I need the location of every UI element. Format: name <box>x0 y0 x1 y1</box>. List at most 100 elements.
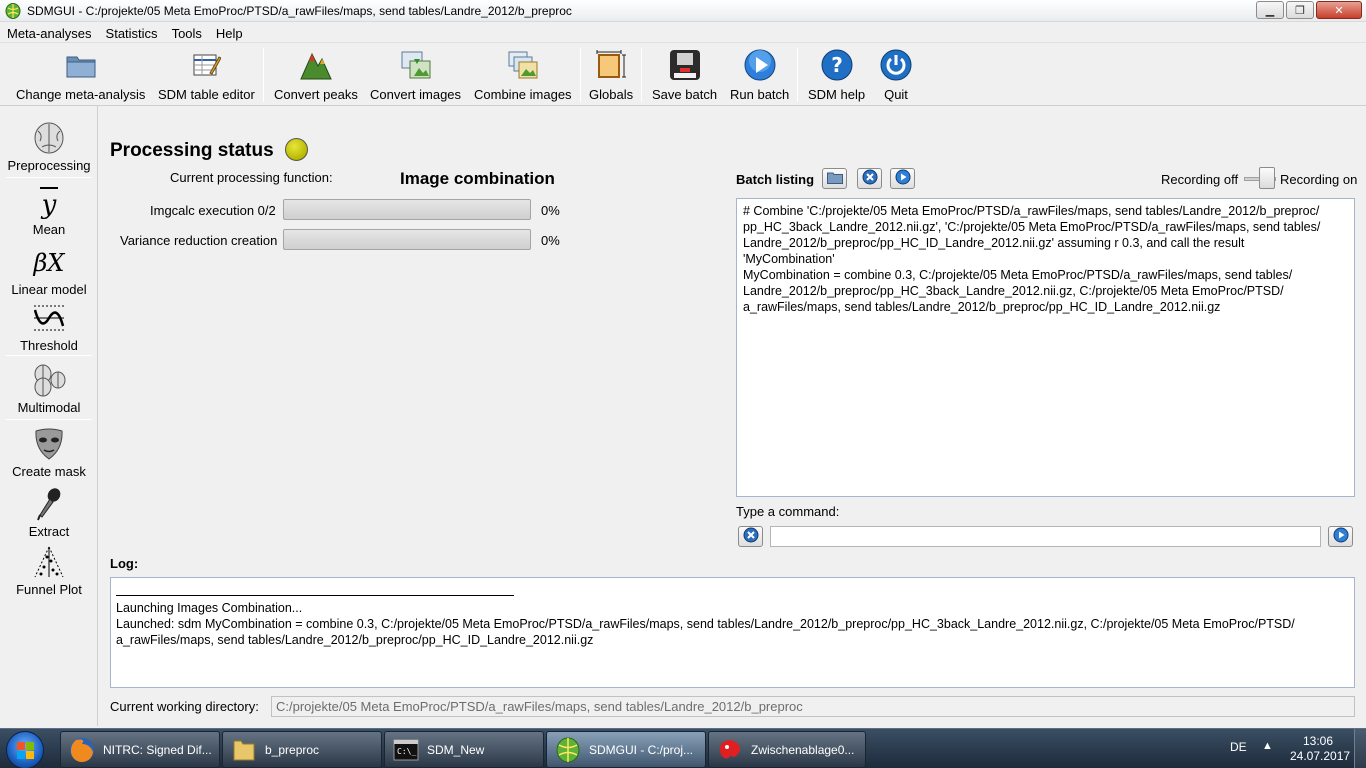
taskbar-item-sdmgui[interactable]: SDMGUI - C:/proj... <box>546 731 706 768</box>
batch-open-button[interactable] <box>822 168 847 189</box>
convert-images-button[interactable]: Convert images <box>370 48 461 104</box>
title-bar: SDMGUI - C:/projekte/05 Meta EmoProc/PTS… <box>0 0 1366 22</box>
batch-line: MyCombination = combine 0.3, C:/projekte… <box>743 268 1293 282</box>
batch-line: 'MyCombination' <box>743 252 835 266</box>
batch-line: Landre_2012/b_preproc/pp_HC_ID_Landre_20… <box>743 236 1245 250</box>
batch-line: # Combine 'C:/projekte/05 Meta EmoProc/P… <box>743 204 1320 218</box>
sdm-help-button[interactable]: ? SDM help <box>808 48 865 104</box>
taskbar-item-firefox[interactable]: NITRC: Signed Dif... <box>60 731 220 768</box>
recording-on-label: Recording on <box>1280 172 1358 187</box>
batch-line: a_rawFiles/maps, send tables/Landre_2012… <box>743 300 1221 314</box>
command-clear-button[interactable] <box>738 526 763 547</box>
variance-progress-bar <box>283 229 531 250</box>
combine-images-icon <box>506 48 540 82</box>
command-run-button[interactable] <box>1328 526 1353 547</box>
close-button[interactable]: ✕ <box>1316 1 1362 19</box>
taskbar-item-label: Zwischenablage0... <box>751 742 855 757</box>
play-icon <box>1333 527 1349 546</box>
taskbar-item-paint[interactable]: Zwischenablage0... <box>708 731 866 768</box>
clear-icon <box>862 169 878 188</box>
batch-listing-textarea[interactable]: # Combine 'C:/projekte/05 Meta EmoProc/P… <box>736 198 1355 497</box>
taskbar-item-label: b_preproc <box>265 742 320 757</box>
log-textarea[interactable]: Launching Images Combination... Launched… <box>110 577 1355 688</box>
imgcalc-progress-bar <box>283 199 531 220</box>
save-batch-button[interactable]: Save batch <box>652 48 717 104</box>
taskbar-item-explorer[interactable]: b_preproc <box>222 731 382 768</box>
globals-icon <box>594 48 628 82</box>
folder-icon <box>64 48 98 82</box>
play-icon <box>743 48 777 82</box>
recording-off-label: Recording off <box>1161 172 1239 187</box>
paint-icon <box>715 735 745 765</box>
sidebar-item-threshold[interactable]: Threshold <box>0 300 98 353</box>
current-function-label: Current processing function: <box>170 170 333 185</box>
clear-icon <box>743 527 759 546</box>
tray-clock[interactable]: 13:06 24.07.2017 <box>1290 734 1350 764</box>
firefox-icon <box>67 735 97 765</box>
log-label: Log: <box>110 556 139 571</box>
clock-time: 13:06 <box>1302 734 1334 748</box>
convert-peaks-button[interactable]: Convert peaks <box>274 48 358 104</box>
log-line: Launching Images Combination... <box>116 601 303 615</box>
imgcalc-percent: 0% <box>541 203 560 218</box>
menu-tools[interactable]: Tools <box>165 23 209 42</box>
tray-expand-icon[interactable]: ▲ <box>1262 740 1273 752</box>
show-desktop-button[interactable] <box>1354 729 1366 768</box>
menu-statistics[interactable]: Statistics <box>99 23 165 42</box>
toolbar: Change meta-analysis SDM table editor Co… <box>0 44 1366 106</box>
pipette-icon <box>31 486 67 522</box>
sidebar-item-mean[interactable]: y Mean <box>0 184 98 237</box>
quit-button[interactable]: Quit <box>879 48 913 104</box>
power-icon <box>879 48 913 82</box>
imgcalc-label: Imgcalc execution 0/2 <box>150 203 276 218</box>
cwd-field: C:/projekte/05 Meta EmoProc/PTSD/a_rawFi… <box>271 696 1355 717</box>
sidebar-item-funnel-plot[interactable]: Funnel Plot <box>0 544 98 597</box>
windows-logo-icon <box>17 742 35 763</box>
maximize-button[interactable]: ❐ <box>1286 1 1314 19</box>
sidebar-separator <box>6 177 92 178</box>
svg-text:?: ? <box>831 53 843 77</box>
combine-images-button[interactable]: Combine images <box>474 48 572 104</box>
menu-help[interactable]: Help <box>209 23 250 42</box>
toolbar-separator <box>263 48 264 102</box>
start-button[interactable] <box>6 731 44 768</box>
menu-meta-analyses[interactable]: Meta-analyses <box>0 23 99 42</box>
menu-bar: Meta-analyses Statistics Tools Help <box>0 23 1366 43</box>
batch-line: pp_HC_3back_Landre_2012.nii.gz', 'C:/pro… <box>743 220 1321 234</box>
batch-listing-label: Batch listing <box>736 172 815 187</box>
log-divider <box>116 595 514 596</box>
play-icon <box>895 169 911 188</box>
svg-text:y: y <box>41 190 57 219</box>
sidebar: Preprocessing y Mean βX Linear model Thr… <box>0 106 98 726</box>
run-batch-button[interactable]: Run batch <box>730 48 789 104</box>
change-meta-analysis-button[interactable]: Change meta-analysis <box>16 48 145 104</box>
sidebar-item-multimodal[interactable]: Multimodal <box>0 362 98 415</box>
beta-x-icon: βX <box>31 244 67 280</box>
keyboard-language[interactable]: DE <box>1230 740 1247 754</box>
sdm-table-editor-button[interactable]: SDM table editor <box>158 48 255 104</box>
variance-label: Variance reduction creation <box>120 233 278 248</box>
threshold-curve-icon <box>31 300 67 336</box>
brain-icon <box>31 120 67 156</box>
funnel-plot-icon <box>31 544 67 580</box>
taskbar-item-console[interactable]: C:\_ SDM_New <box>384 731 544 768</box>
sidebar-item-preprocessing[interactable]: Preprocessing <box>0 120 98 173</box>
batch-run-button[interactable] <box>890 168 915 189</box>
sidebar-item-linear-model[interactable]: βX Linear model <box>0 244 98 297</box>
taskbar: NITRC: Signed Dif... b_preproc C:\_ SDM_… <box>0 728 1366 768</box>
recording-toggle-knob[interactable] <box>1259 167 1275 189</box>
taskbar-item-label: NITRC: Signed Dif... <box>103 742 212 757</box>
sidebar-item-extract[interactable]: Extract <box>0 486 98 539</box>
sidebar-item-create-mask[interactable]: Create mask <box>0 426 98 479</box>
batch-clear-button[interactable] <box>857 168 882 189</box>
current-function-value: Image combination <box>400 169 555 188</box>
cwd-label: Current working directory: <box>110 699 259 714</box>
svg-text:C:\_: C:\_ <box>397 747 416 756</box>
globals-button[interactable]: Globals <box>589 48 633 104</box>
log-line: Launched: sdm MyCombination = combine 0.… <box>116 617 1295 631</box>
minimize-button[interactable]: ▁ <box>1256 1 1284 19</box>
command-input[interactable] <box>770 526 1321 547</box>
log-line: a_rawFiles/maps, send tables/Landre_2012… <box>116 633 594 647</box>
sidebar-separator <box>6 419 92 420</box>
toolbar-separator <box>580 48 581 102</box>
